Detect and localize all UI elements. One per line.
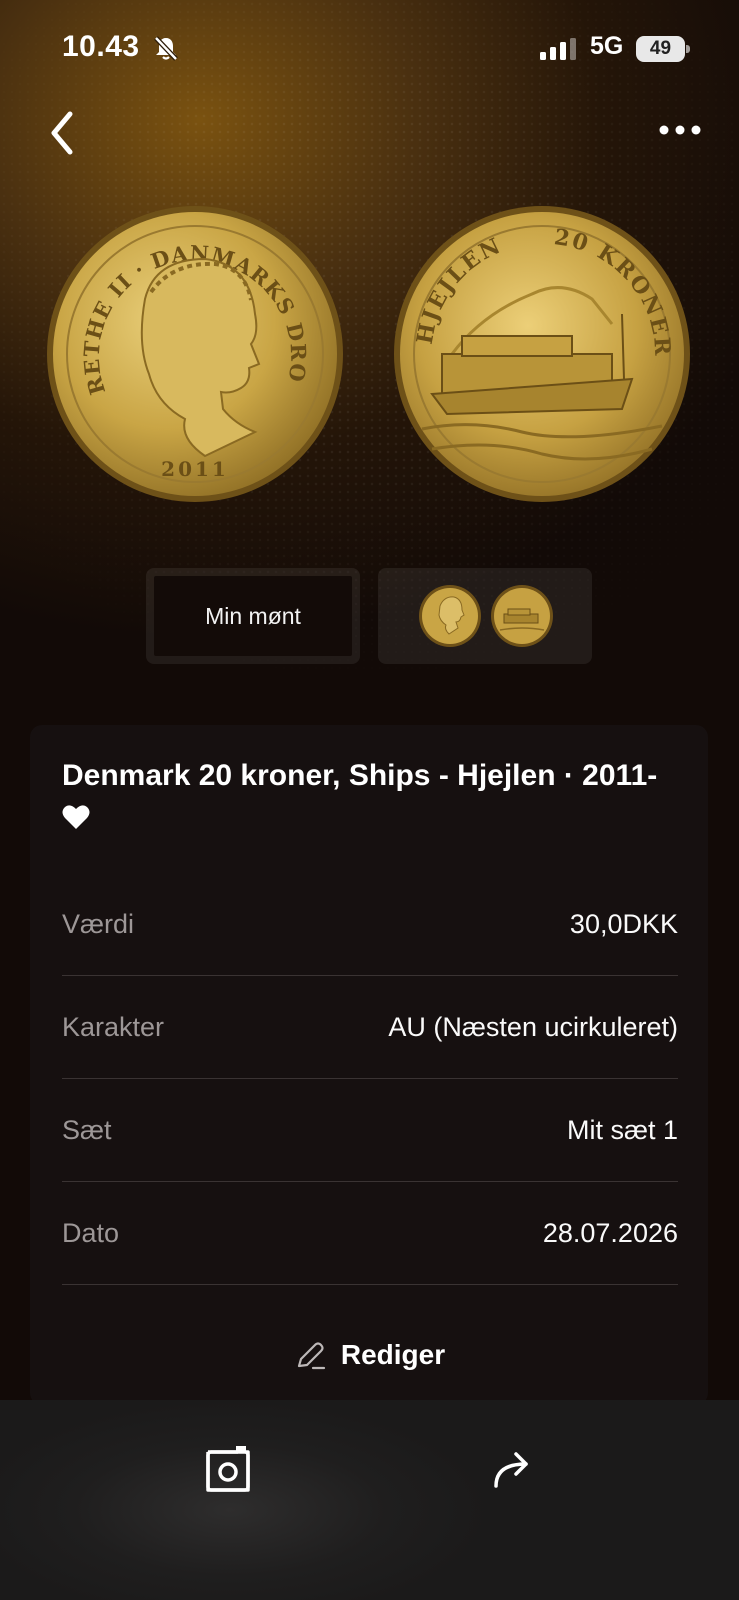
battery-level: 49 [636, 36, 685, 62]
status-time: 10.43 [62, 30, 140, 63]
detail-row-value[interactable]: Værdi 30,0DKK [62, 873, 678, 976]
battery-icon: 49 [636, 36, 690, 62]
coin-details-card: Denmark 20 kroner, Ships - Hjejlen · 201… [30, 725, 708, 1405]
network-type: 5G [590, 32, 624, 60]
obverse-year: 2011 [161, 457, 229, 481]
detail-row-grade[interactable]: Karakter AU (Næsten ucirkuleret) [62, 976, 678, 1079]
coin-title-text: Denmark 20 kroner, Ships - Hjejlen · 201… [62, 759, 658, 792]
edit-label: Rediger [340, 1339, 446, 1370]
detail-label: Karakter [62, 1011, 165, 1042]
my-coin-image-tab[interactable]: Min mønt [146, 568, 360, 664]
detail-value: Mit sæt 1 [566, 1114, 678, 1145]
mini-coin-reverse [491, 585, 553, 647]
my-coin-label: Min mønt [154, 576, 352, 656]
back-chevron-icon[interactable] [44, 108, 84, 158]
status-bar: 10.43 5G 49 [0, 30, 739, 70]
bottom-toolbar [0, 1400, 739, 1600]
detail-value: AU (Næsten ucirkuleret) [388, 1011, 678, 1042]
coin-reverse-image: HJEJLEN 20 KRONER [394, 206, 690, 502]
detail-value: 30,0DKK [569, 908, 678, 939]
share-arrow-icon[interactable] [482, 1440, 542, 1500]
detail-label: Dato [62, 1217, 120, 1248]
bell-muted-icon [154, 36, 178, 61]
pencil-icon [297, 1342, 325, 1370]
reference-images-tab[interactable] [378, 568, 592, 664]
camera-icon[interactable] [198, 1440, 258, 1500]
heart-icon[interactable] [62, 804, 90, 830]
coin-obverse-image: MARGRETHE II · DANMARKS DRONNING 2011 [45, 204, 343, 502]
mini-coin-obverse [419, 585, 481, 647]
detail-label: Værdi [62, 908, 135, 939]
detail-label: Sæt [62, 1114, 112, 1145]
detail-value: 28.07.2026 [542, 1217, 678, 1248]
edit-button[interactable]: Rediger [30, 1325, 708, 1385]
detail-row-set[interactable]: Sæt Mit sæt 1 [62, 1079, 678, 1182]
detail-row-date[interactable]: Dato 28.07.2026 [62, 1182, 678, 1285]
more-dots-icon[interactable] [656, 112, 704, 148]
signal-bars-icon [540, 38, 576, 60]
coin-title: Denmark 20 kroner, Ships - Hjejlen · 201… [62, 755, 662, 839]
